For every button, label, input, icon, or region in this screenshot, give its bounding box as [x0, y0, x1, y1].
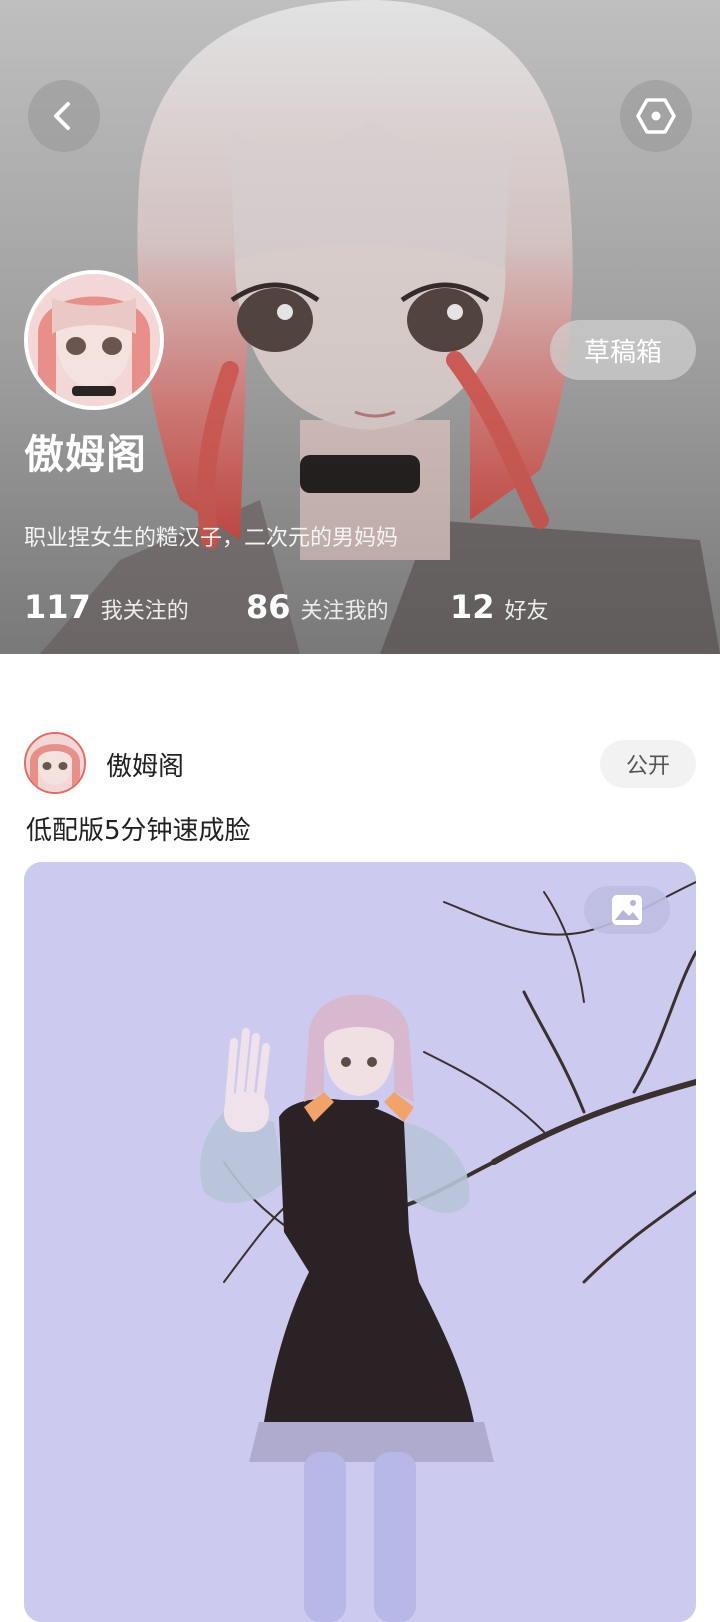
post-author-avatar[interactable]: [24, 732, 86, 794]
stat-friends[interactable]: 12 好友: [450, 588, 549, 626]
stat-following-label: 我关注的: [100, 599, 189, 624]
post-character-art: [24, 862, 696, 1622]
profile-bio: 职业捏女生的糙汉子，二次元的男妈妈: [24, 526, 399, 551]
profile-avatar[interactable]: [24, 270, 164, 410]
avatar-image: [26, 734, 84, 792]
profile-hero: 草稿箱 傲姆阁 职业捏女生的糙汉子，二次元的男妈妈 117 我关注的 86 关注…: [0, 0, 720, 654]
post-title[interactable]: 低配版5分钟速成脸: [26, 810, 251, 847]
post-image[interactable]: [24, 862, 696, 1622]
stat-followers[interactable]: 86 关注我的: [246, 588, 389, 626]
visibility-badge[interactable]: 公开: [600, 740, 696, 788]
back-button[interactable]: [28, 80, 100, 152]
avatar-image: [28, 274, 160, 406]
image-icon: [612, 895, 642, 925]
post-header: 傲姆阁 公开: [24, 732, 696, 794]
stat-followers-count: 86: [246, 588, 291, 626]
stat-friends-count: 12: [450, 588, 495, 626]
hexagon-settings-icon: [636, 98, 676, 134]
drafts-button[interactable]: 草稿箱: [550, 320, 696, 380]
stat-friends-label: 好友: [504, 599, 549, 624]
chevron-left-icon: [54, 102, 70, 130]
post-author-name[interactable]: 傲姆阁: [106, 746, 184, 783]
profile-name: 傲姆阁: [24, 432, 147, 478]
stat-following-count: 117: [24, 588, 91, 626]
stat-following[interactable]: 117 我关注的: [24, 588, 189, 626]
image-type-badge: [584, 886, 670, 934]
stat-followers-label: 关注我的: [300, 599, 389, 624]
settings-button[interactable]: [620, 80, 692, 152]
